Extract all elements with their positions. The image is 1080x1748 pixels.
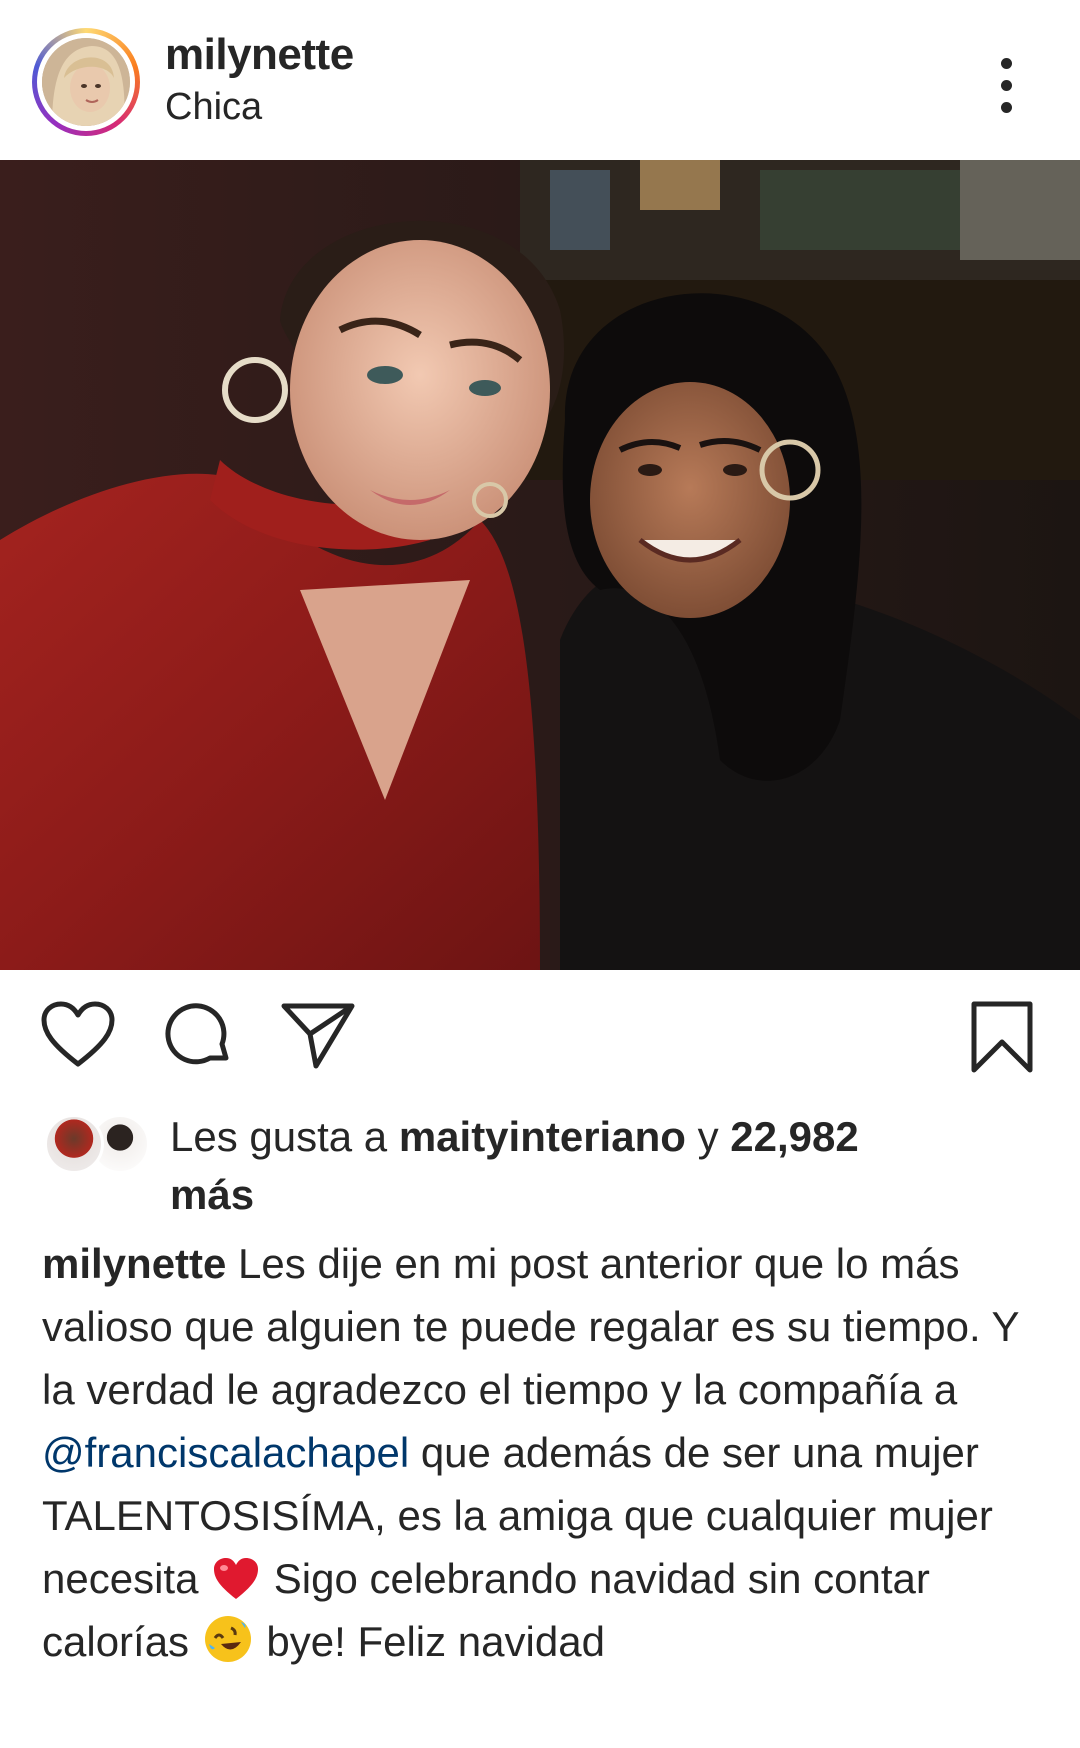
more-vertical-icon [1001,58,1012,69]
liker-username[interactable]: maityinteriano [399,1113,686,1160]
caption-username[interactable]: milynette [42,1240,226,1287]
post-header: milynette Chica [0,0,1080,160]
red-heart-emoji [212,1557,260,1601]
send-icon[interactable] [280,1000,356,1072]
profile-avatar[interactable] [32,28,140,136]
likes-prefix: Les gusta a [170,1113,399,1160]
post-caption: milynette Les dije en mi post anterior q… [42,1232,1052,1673]
header-username[interactable]: milynette [165,30,354,80]
likes-suffix[interactable]: más [170,1171,254,1218]
post-photo[interactable] [0,160,1080,970]
rolling-laughing-emoji [203,1614,253,1664]
likes-row: Les gusta a maityinteriano y 22,982 más [0,1100,1080,1220]
liker-avatar[interactable] [44,1114,104,1174]
caption-text: bye! Feliz navidad [254,1618,605,1665]
likes-count[interactable]: 22,982 [730,1113,858,1160]
comment-icon[interactable] [162,1000,234,1072]
header-location[interactable]: Chica [165,86,262,129]
bookmark-icon[interactable] [970,1000,1034,1074]
action-bar [0,970,1080,1085]
caption-mention[interactable]: @franciscalachapel [42,1429,409,1476]
heart-icon[interactable] [40,1000,116,1068]
likes-middle: y [685,1113,731,1160]
more-options-button[interactable] [985,50,1029,120]
avatar-photo [42,38,130,126]
likes-summary[interactable]: Les gusta a maityinteriano y 22,982 más [170,1108,1030,1224]
